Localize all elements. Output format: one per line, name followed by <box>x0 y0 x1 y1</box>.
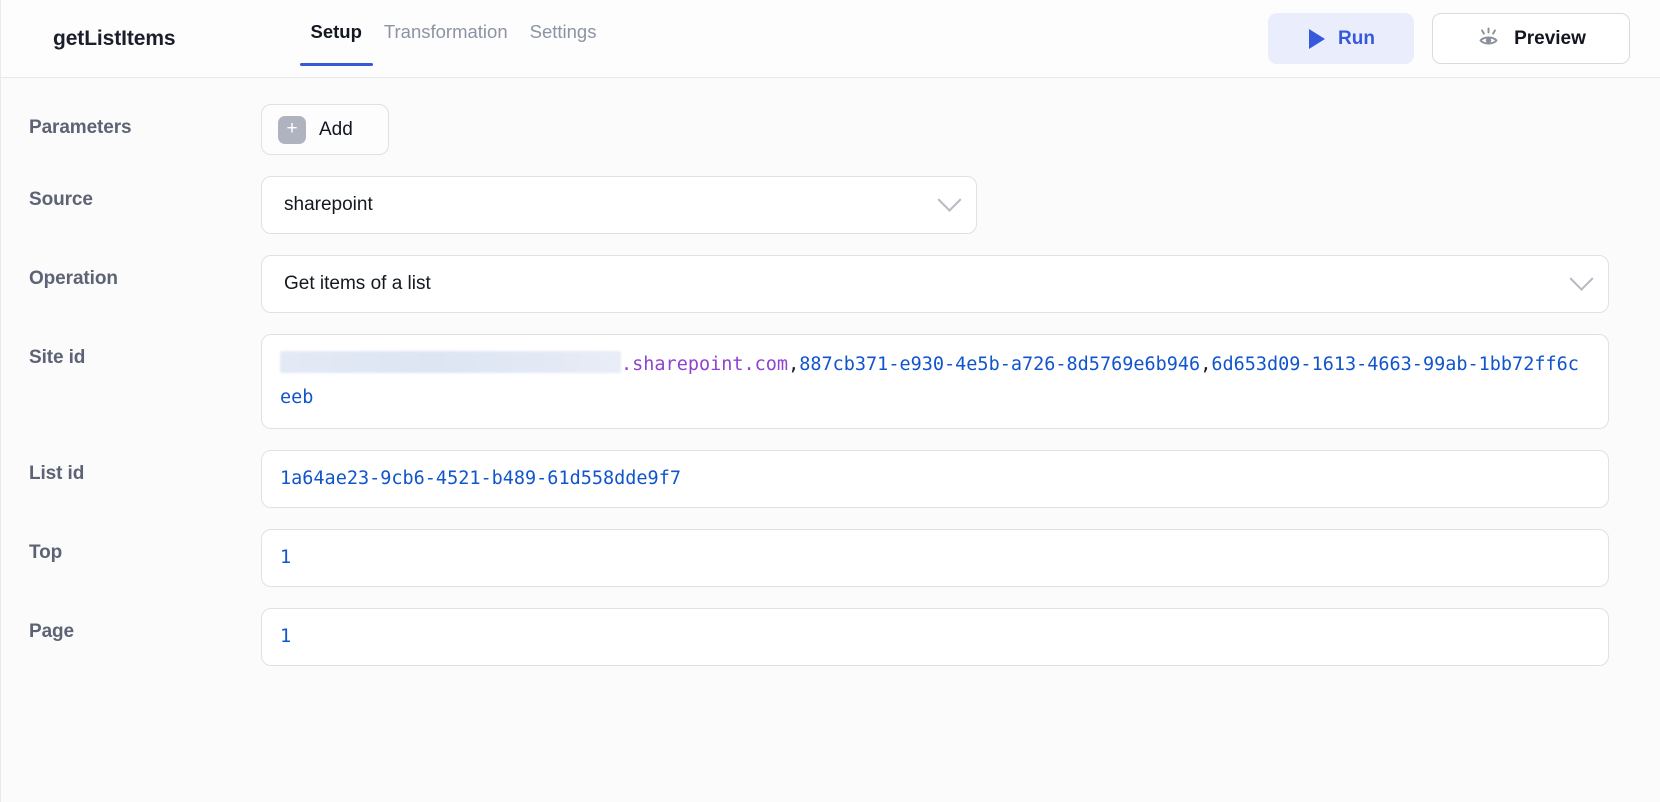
chevron-down-icon <box>1569 266 1594 291</box>
row-parameters: Parameters + Add <box>1 104 1660 155</box>
header-actions: Run Preview <box>1268 13 1630 64</box>
tab-transformation[interactable]: Transformation <box>373 0 519 78</box>
plus-icon: + <box>278 115 306 144</box>
site-id-input[interactable]: .sharepoint.com,887cb371-e930-4e5b-a726-… <box>261 334 1609 429</box>
site-id-domain: .sharepoint.com <box>621 354 789 375</box>
add-parameter-button[interactable]: + Add <box>261 104 389 155</box>
page-title: getListItems <box>53 27 176 50</box>
tab-setup[interactable]: Setup <box>299 0 374 78</box>
row-top: Top 1 <box>1 529 1660 587</box>
site-id-separator-2: , <box>1200 354 1212 375</box>
source-select[interactable]: sharepoint <box>261 176 977 234</box>
preview-button-label: Preview <box>1514 27 1586 49</box>
play-icon <box>1309 28 1326 49</box>
tab-bar: Setup Transformation Settings <box>299 0 608 78</box>
node-config-panel: getListItems Setup Transformation Settin… <box>0 0 1660 802</box>
preview-button[interactable]: Preview <box>1432 13 1630 64</box>
chevron-down-icon <box>937 187 962 212</box>
page-label: Page <box>29 621 75 642</box>
redacted-tenant-name <box>280 351 621 373</box>
run-button-label: Run <box>1338 27 1375 49</box>
site-id-guid-1: 887cb371-e930-4e5b-a726-8d5769e6b946 <box>799 354 1201 375</box>
source-label: Source <box>29 189 93 210</box>
site-id-separator-1: , <box>788 354 800 375</box>
add-parameter-label: Add <box>319 118 353 140</box>
row-operation: Operation Get items of a list <box>1 255 1660 313</box>
parameters-label: Parameters <box>29 117 132 138</box>
list-id-label: List id <box>29 463 85 484</box>
operation-select-value: Get items of a list <box>284 273 431 294</box>
row-page: Page 1 <box>1 608 1660 666</box>
page-input[interactable]: 1 <box>261 608 1609 666</box>
run-button[interactable]: Run <box>1268 13 1414 64</box>
panel-header: getListItems Setup Transformation Settin… <box>1 0 1660 78</box>
operation-label: Operation <box>29 268 118 289</box>
operation-select[interactable]: Get items of a list <box>261 255 1609 313</box>
tab-settings[interactable]: Settings <box>519 0 608 78</box>
top-label: Top <box>29 542 63 563</box>
form-body: Parameters + Add Source sharepoint Opera… <box>1 78 1660 802</box>
site-id-label: Site id <box>29 347 86 368</box>
row-list-id: List id 1a64ae23-9cb6-4521-b489-61d558dd… <box>1 450 1660 508</box>
row-site-id: Site id .sharepoint.com,887cb371-e930-4e… <box>1 334 1660 429</box>
row-source: Source sharepoint <box>1 176 1660 234</box>
top-input[interactable]: 1 <box>261 529 1609 587</box>
source-select-value: sharepoint <box>284 194 373 215</box>
list-id-input[interactable]: 1a64ae23-9cb6-4521-b489-61d558dde9f7 <box>261 450 1609 508</box>
eye-icon <box>1476 25 1501 53</box>
